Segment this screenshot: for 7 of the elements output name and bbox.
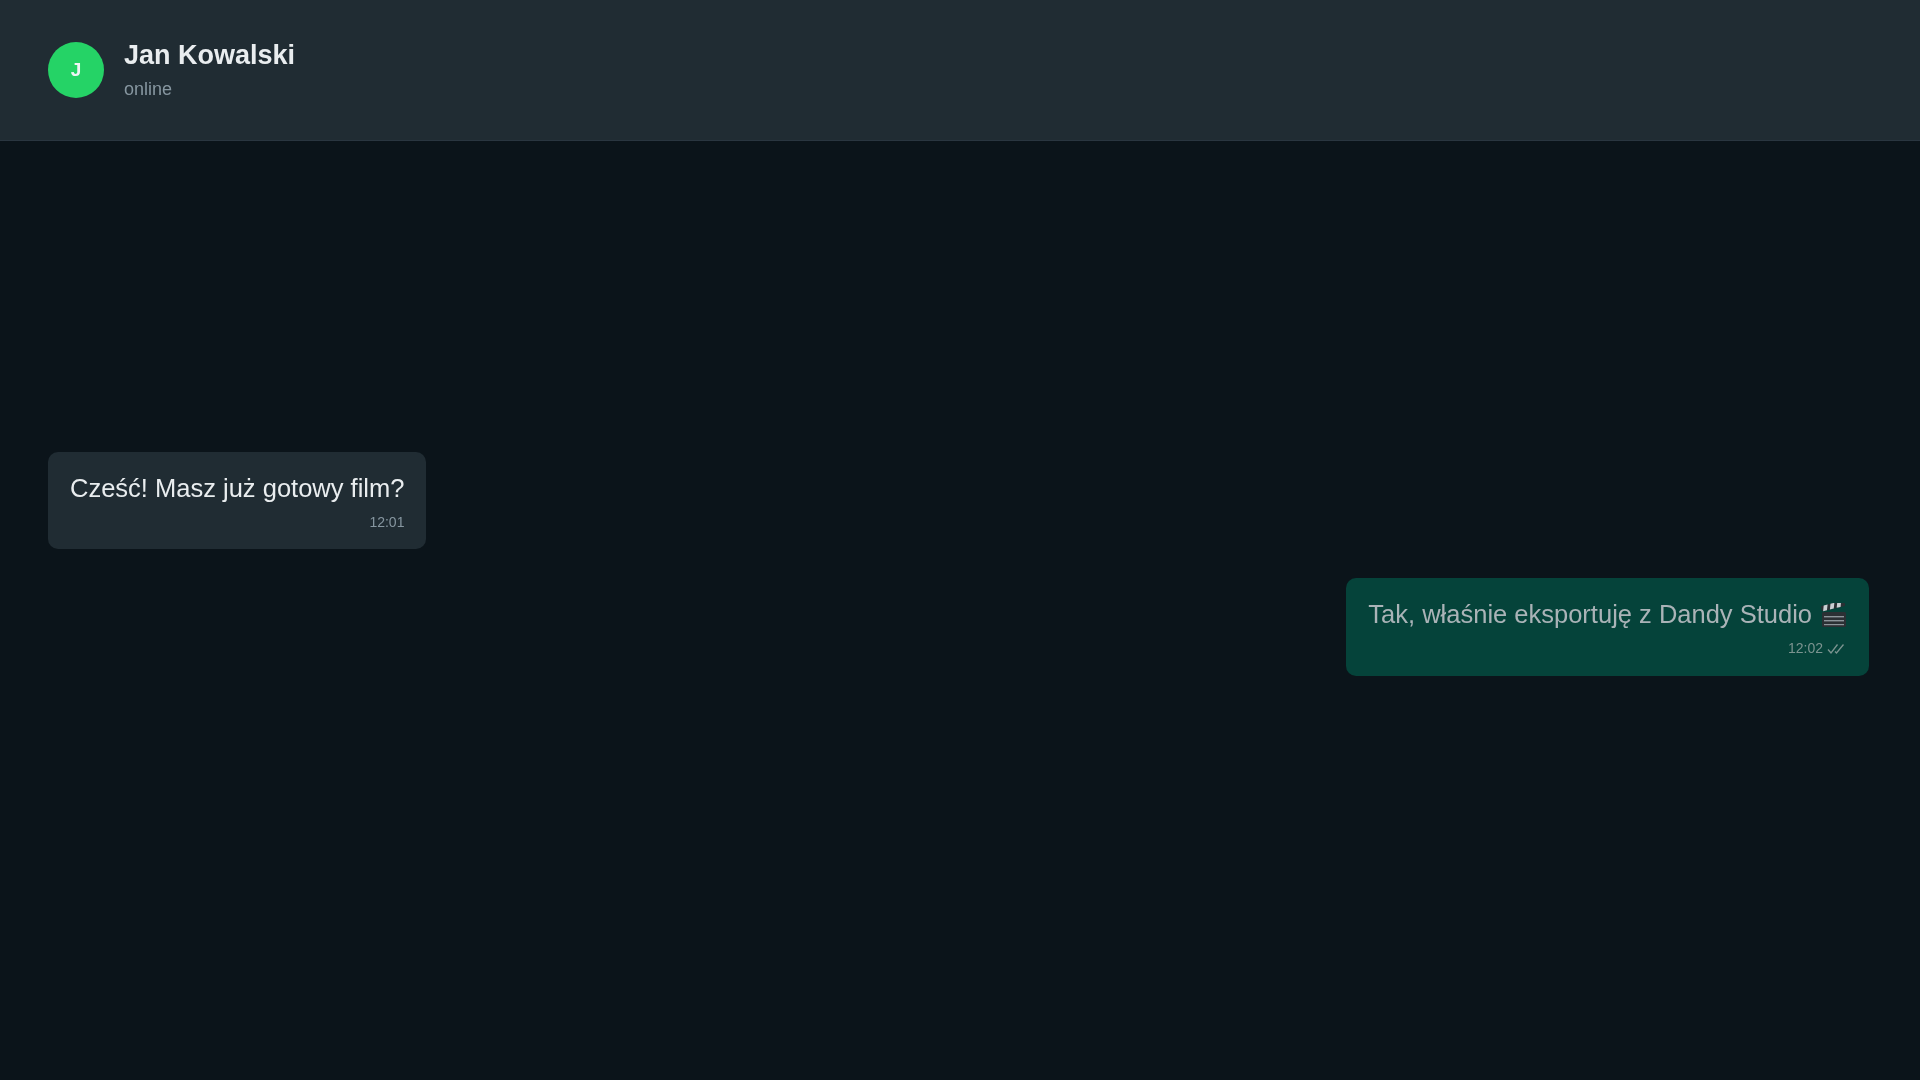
message-time: 12:02 <box>1787 640 1823 657</box>
message-time: 12:01 <box>369 513 405 531</box>
message-text: Tak, właśnie eksportuję z Dandy Studio <box>1368 599 1812 631</box>
contact-name: Jan Kowalski <box>124 38 296 71</box>
contact-status: online <box>124 78 174 101</box>
avatar-icon[interactable]: J <box>48 42 104 98</box>
message-text: Cześć! Masz już gotowy film? <box>70 473 405 504</box>
